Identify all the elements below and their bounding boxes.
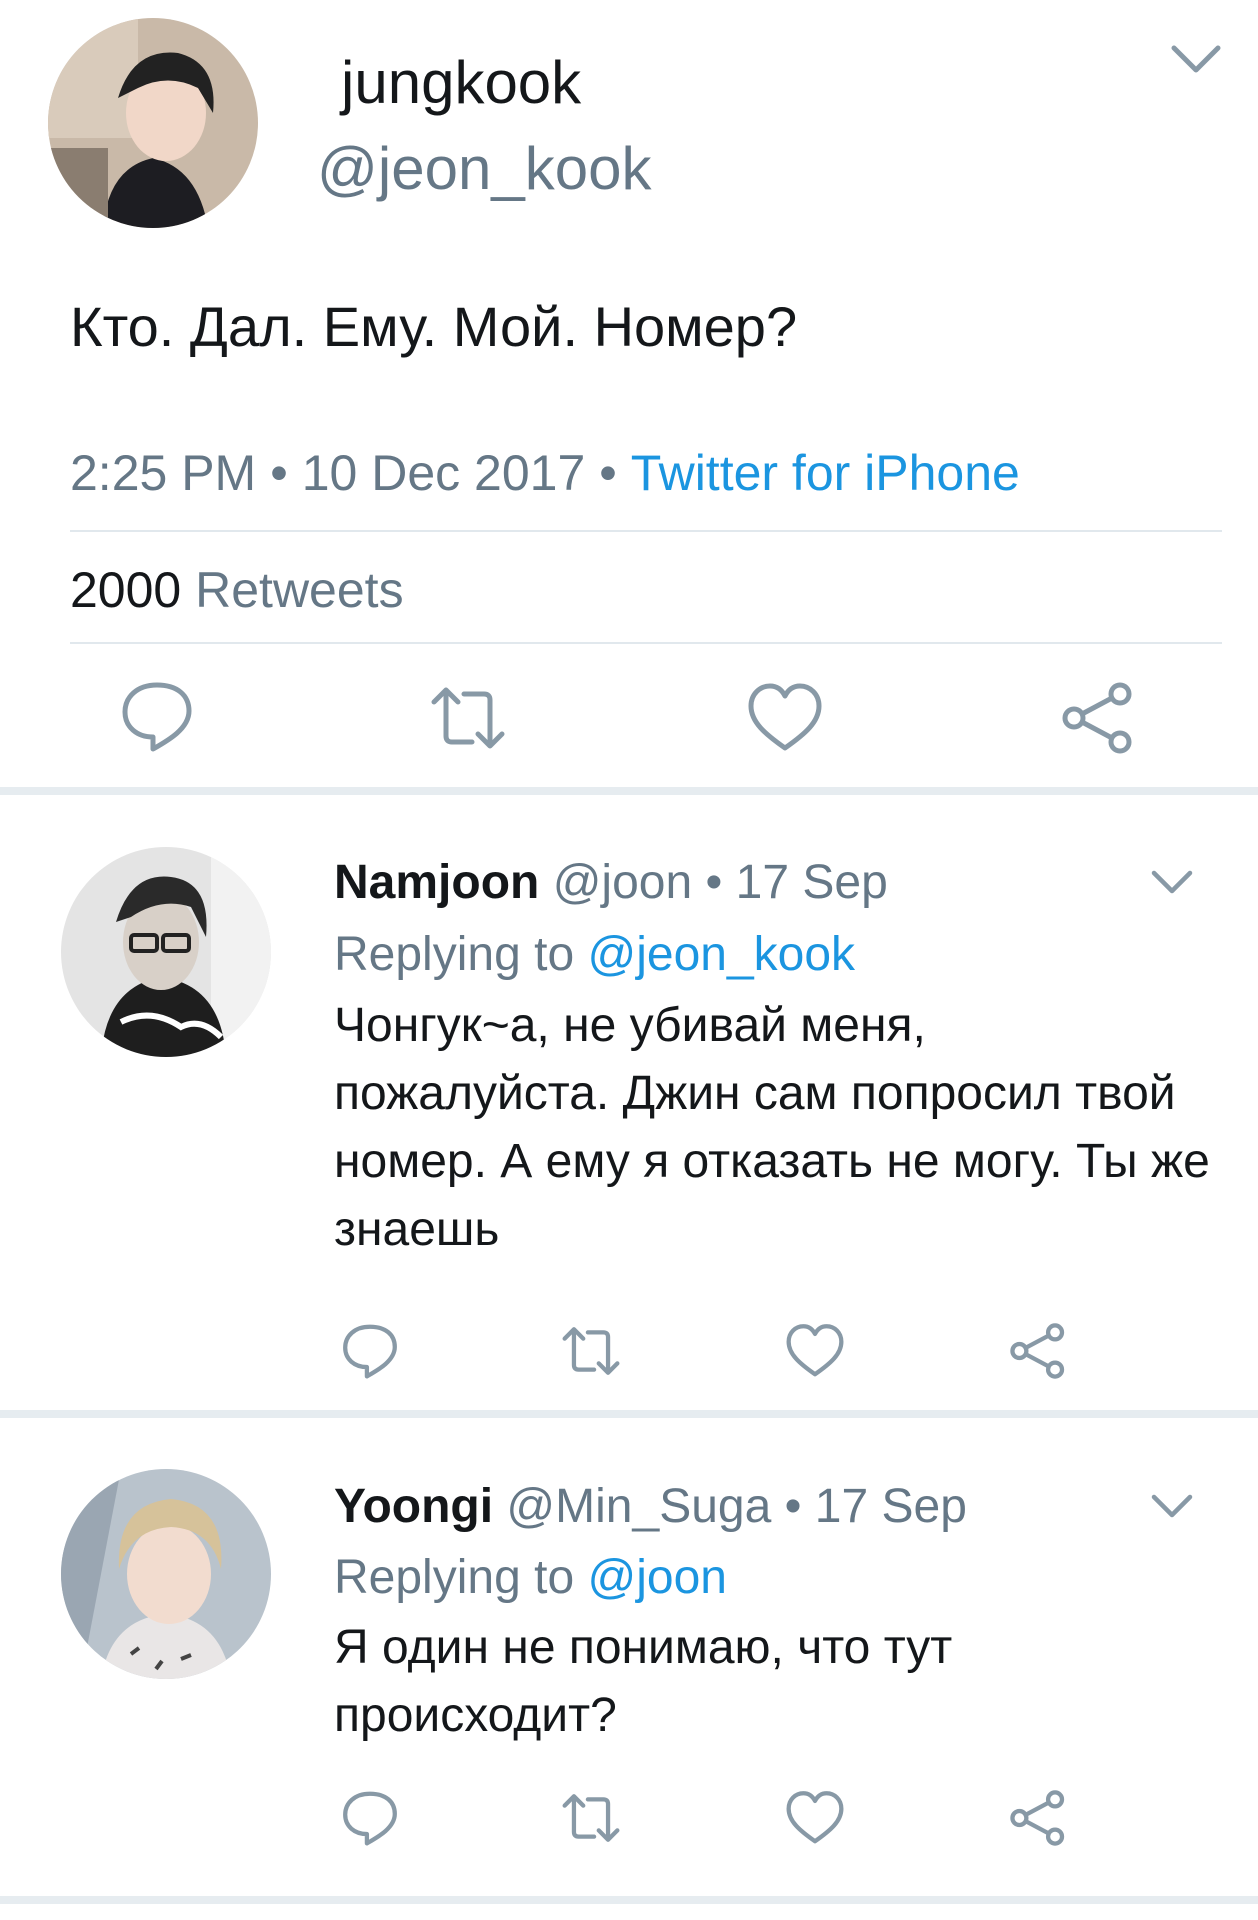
divider [70,530,1222,532]
avatar[interactable] [48,18,258,228]
retweet-icon[interactable] [560,1787,622,1849]
chevron-down-icon[interactable] [1170,40,1222,80]
section-separator [0,787,1258,795]
author-handle[interactable]: @jeon_kook [317,134,651,204]
reply-date: 17 Sep [735,856,888,909]
tweet-text: Кто. Дал. Ему. Мой. Номер? [70,295,798,358]
retweet-label: Retweets [195,562,404,618]
reply-header: Yoongi @Min_Suga • 17 Sep [334,1477,967,1537]
replying-to-label: Replying to [334,1551,575,1604]
meta-separator: • [270,445,288,501]
author-name[interactable]: jungkook [341,48,581,118]
tweet-date: 10 Dec 2017 [301,445,586,501]
reply-date: 17 Sep [814,1480,967,1533]
chevron-down-icon[interactable] [1150,1490,1194,1524]
meta-separator: • [784,1480,802,1533]
reply-text: Чонгук~а, не убивай меня, пожалуйста. Дж… [334,999,1210,1256]
tweet-source-link[interactable]: Twitter for iPhone [631,445,1020,501]
reply-icon[interactable] [339,1786,401,1848]
replying-to: Replying to @jeon_kook [334,925,855,985]
share-icon[interactable] [1007,1787,1069,1849]
avatar[interactable] [61,847,271,1057]
replying-to-handle[interactable]: @joon [587,1551,726,1604]
reply-header: Namjoon @joon • 17 Sep [334,853,888,913]
tweet-meta: 2:25 PM • 10 Dec 2017 • Twitter for iPhone [70,443,1020,503]
share-icon[interactable] [1058,678,1138,758]
share-icon[interactable] [1007,1320,1069,1382]
reply-author-handle[interactable]: @joon [553,856,692,909]
replying-to-handle[interactable]: @jeon_kook [587,928,855,981]
reply-icon[interactable] [117,675,197,755]
reply-author-name[interactable]: Yoongi [334,1480,493,1533]
section-separator [0,1410,1258,1418]
reply-author-name[interactable]: Namjoon [334,856,539,909]
like-icon[interactable] [784,1320,846,1382]
retweet-icon[interactable] [428,678,508,758]
avatar[interactable] [61,1469,271,1679]
retweet-icon[interactable] [560,1320,622,1382]
replying-to: Replying to @joon [334,1548,727,1608]
meta-separator: • [705,856,723,909]
tweet-time: 2:25 PM [70,445,257,501]
section-separator [0,1896,1258,1904]
retweet-count: 2000 [70,562,182,618]
reply-author-handle[interactable]: @Min_Suga [506,1480,771,1533]
chevron-down-icon[interactable] [1150,866,1194,900]
like-icon[interactable] [745,678,825,758]
replying-to-label: Replying to [334,928,575,981]
divider [70,642,1222,644]
reply-text: Я один не понимаю, что тут происходит? [334,1621,953,1742]
reply-icon[interactable] [339,1319,401,1381]
like-icon[interactable] [784,1787,846,1849]
retweet-stats[interactable]: 2000 Retweets [70,560,404,620]
meta-separator: • [599,445,617,501]
